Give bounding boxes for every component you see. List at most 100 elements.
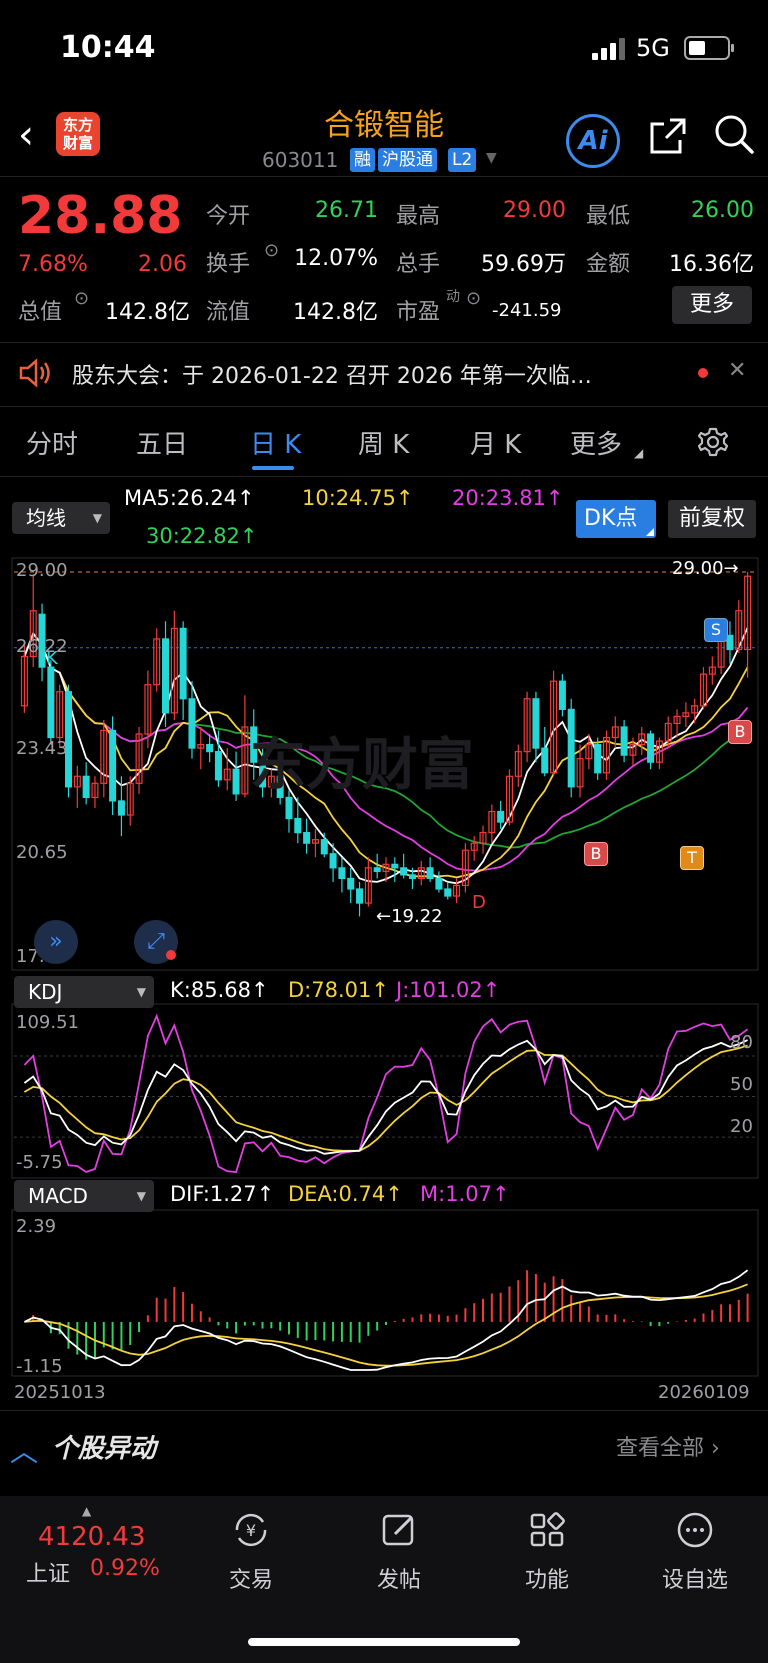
macd-m-value: M:1.07↑: [420, 1182, 510, 1206]
status-bar: 10:44 5G: [0, 0, 768, 96]
ai-button[interactable]: Ai: [566, 114, 620, 168]
candle-body: [408, 874, 416, 880]
battery-icon: [684, 36, 734, 60]
kdj-k-value: K:85.68↑: [170, 978, 269, 1002]
index-name: 上证: [26, 1562, 71, 1587]
candle-body: [303, 832, 311, 844]
candle-body: [532, 698, 540, 749]
candle-body: [320, 839, 328, 855]
candle-body: [188, 698, 196, 749]
buy-signal[interactable]: B: [584, 842, 608, 866]
divider: [0, 176, 768, 177]
candle-body: [373, 867, 381, 872]
unread-dot: [698, 368, 708, 378]
tab-intraday[interactable]: 分时: [26, 424, 78, 461]
pe-value: -241.59: [492, 300, 562, 321]
macd-max-label: 2.39: [16, 1216, 57, 1237]
svg-text:¥: ¥: [246, 1521, 256, 1540]
candle-body: [206, 743, 214, 753]
adjust-button[interactable]: 前复权: [668, 500, 756, 538]
candle-body: [109, 729, 117, 802]
ma10-value: 10:24.75↑: [302, 486, 414, 510]
volume-value: 59.69万: [481, 252, 566, 277]
candle-body: [391, 863, 399, 869]
low-marker: ←19.22: [376, 906, 443, 927]
gear-icon[interactable]: [696, 426, 730, 460]
cell-signal-icon: [592, 38, 626, 60]
open-label: 今开: [206, 204, 251, 229]
index-pct: 0.92%: [90, 1556, 160, 1581]
tab-daily-k[interactable]: 日 K: [250, 424, 301, 461]
d-mark: D: [472, 892, 486, 913]
kline-y-label: 26.22: [16, 636, 68, 657]
badge-dot: [166, 950, 176, 960]
edit-icon: [382, 1514, 414, 1546]
divider: [0, 342, 768, 343]
info-icon[interactable]: ⊙: [74, 288, 89, 309]
home-indicator: [248, 1638, 520, 1646]
candle-body: [347, 877, 355, 890]
turnover-label: 换手: [206, 252, 251, 277]
grid-icon: [530, 1512, 565, 1547]
dk-point-button[interactable]: DK点: [576, 500, 656, 538]
candle-body: [497, 810, 505, 823]
stock-code: 603011: [262, 148, 339, 172]
tab-more[interactable]: 更多: [570, 424, 622, 461]
close-icon[interactable]: ✕: [728, 358, 746, 383]
ma5-value: MA5:26.24↑: [124, 486, 255, 510]
t-signal[interactable]: T: [680, 846, 704, 870]
candle-body: [294, 817, 302, 834]
nav-post[interactable]: 发帖: [344, 1508, 454, 1594]
nav-trade[interactable]: ¥ 交易: [196, 1508, 306, 1594]
more-button[interactable]: 更多: [672, 286, 752, 324]
info-icon[interactable]: ⊙: [264, 240, 279, 261]
float-mv-value: 142.8亿: [293, 300, 378, 325]
candle-body: [567, 708, 575, 788]
index-value[interactable]: 4120.43: [38, 1522, 146, 1552]
connect-tag: 沪股通: [378, 148, 437, 172]
kdj-level-label: 20: [730, 1116, 753, 1137]
sell-signal[interactable]: S: [704, 618, 728, 642]
candle-body: [232, 768, 240, 795]
tab-monthly-k[interactable]: 月 K: [470, 424, 521, 461]
macd-dea-value: DEA:0.74↑: [288, 1182, 403, 1206]
nav-watchlist[interactable]: 设自选: [640, 1508, 750, 1594]
tab-five-day[interactable]: 五日: [136, 424, 188, 461]
notice-text[interactable]: 股东大会：于 2026-01-22 召开 2026 年第一次临…: [72, 358, 662, 390]
candle-body: [179, 627, 187, 700]
change-percent: 7.68%: [18, 252, 88, 277]
ma-selector[interactable]: 均线 ▼: [12, 502, 110, 534]
panel-frame: [11, 1003, 759, 1179]
change-amount: 2.06: [138, 252, 187, 277]
candle-body: [620, 726, 628, 756]
high-label: 最高: [396, 204, 441, 229]
kdj-selector[interactable]: KDJ ▼: [14, 976, 154, 1008]
low-label: 最低: [586, 204, 631, 229]
amount-label: 金额: [586, 252, 631, 277]
macd-selector[interactable]: MACD ▼: [14, 1180, 154, 1212]
low-value: 26.00: [691, 198, 754, 223]
macd-dif-value: DIF:1.27↑: [170, 1182, 275, 1206]
tab-weekly-k[interactable]: 周 K: [358, 424, 409, 461]
more-caret-icon: ◢: [634, 446, 644, 460]
expand-icon[interactable]: »: [34, 920, 78, 964]
kdj-min-label: -5.75: [16, 1152, 63, 1173]
date-end: 20260109: [658, 1382, 750, 1403]
dots-circle-icon: [677, 1512, 713, 1548]
caret-down-icon[interactable]: ▼: [486, 150, 497, 166]
divider: [0, 406, 768, 407]
candle-body: [558, 680, 566, 710]
share-icon[interactable]: [648, 116, 688, 156]
float-mv-label: 流值: [206, 300, 251, 325]
collapse-icon[interactable]: ︿: [10, 1430, 38, 1470]
info-icon[interactable]: ⊙: [466, 288, 481, 309]
search-icon[interactable]: [712, 112, 756, 156]
candle-body: [426, 867, 434, 880]
buy-signal[interactable]: B: [728, 720, 752, 744]
divider: [0, 476, 768, 477]
nav-functions[interactable]: 功能: [492, 1508, 602, 1594]
view-all-link[interactable]: 查看全部 ›: [616, 1430, 720, 1462]
candle-body: [647, 733, 655, 763]
divider: [0, 1410, 768, 1411]
index-up-caret: ▲: [82, 1504, 92, 1518]
